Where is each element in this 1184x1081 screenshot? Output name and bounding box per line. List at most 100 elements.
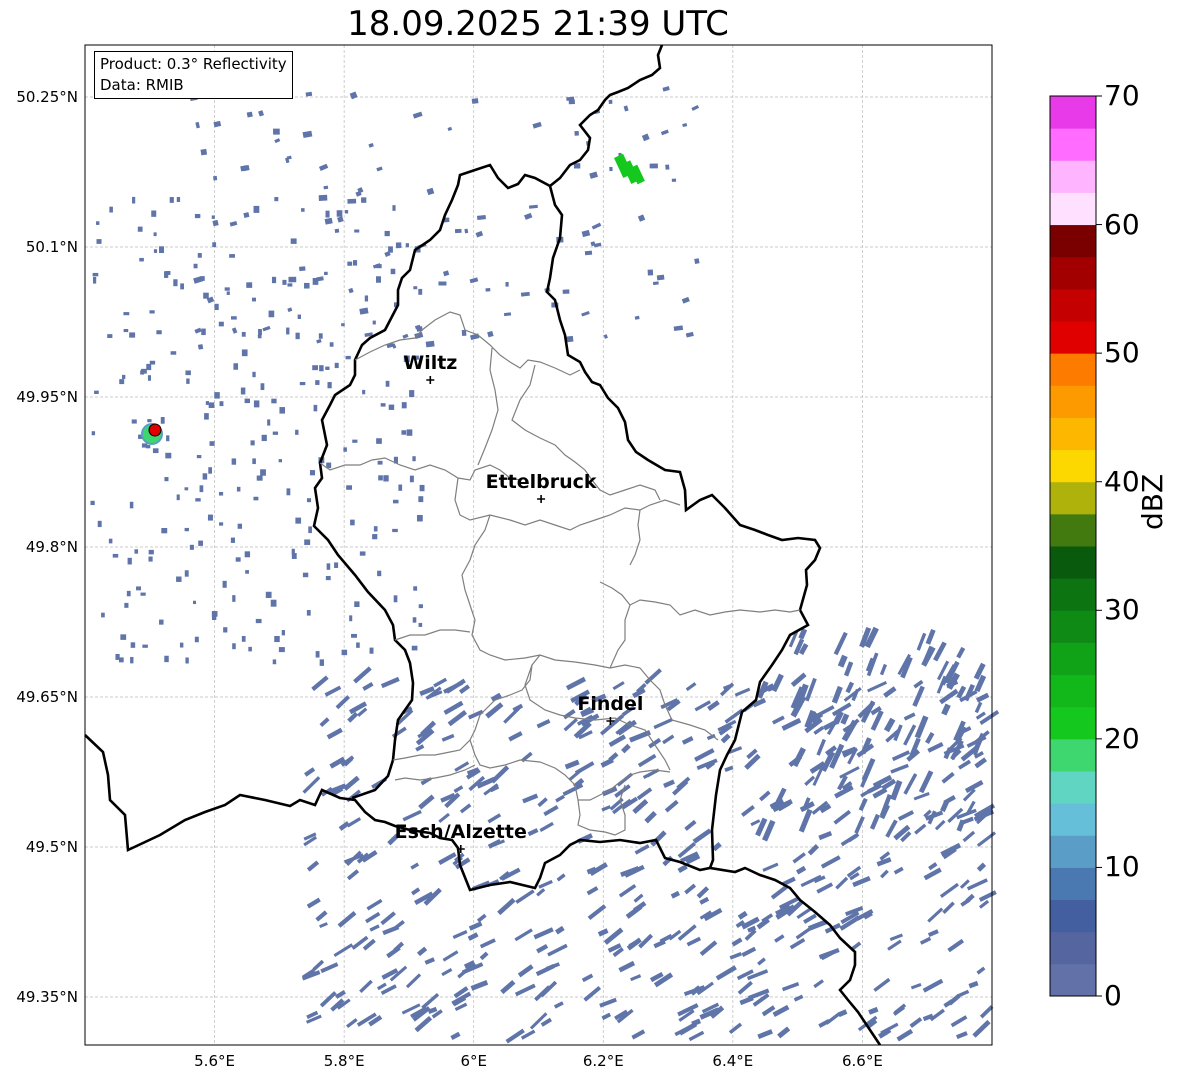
echo-cell <box>212 219 219 227</box>
echo-cell <box>562 783 584 797</box>
echo-cell <box>241 349 248 357</box>
echo-cell <box>803 913 817 924</box>
colorbar-segment <box>1050 931 1096 965</box>
echo-cell <box>372 534 378 540</box>
echo-cell <box>741 946 757 958</box>
echo-cell <box>514 983 536 997</box>
echo-cell <box>212 242 217 248</box>
echo-cell <box>320 962 339 974</box>
echo-cell <box>109 206 113 213</box>
echo-cell <box>325 210 330 218</box>
city-label: Findel <box>577 693 644 715</box>
echo-cell <box>976 966 986 975</box>
echo-cell <box>319 922 328 929</box>
echo-cell <box>673 325 684 331</box>
colorbar-segment <box>1050 417 1096 451</box>
echo-cell <box>555 794 565 803</box>
echo-cell <box>685 331 694 338</box>
echo-cell <box>941 703 951 716</box>
echo-cell <box>226 291 230 295</box>
city-label: Wiltz <box>403 352 458 374</box>
echo-cell <box>334 562 339 568</box>
echo-cell <box>476 215 486 220</box>
echo-cell <box>574 130 579 136</box>
echo-cell <box>184 527 189 532</box>
echo-cell <box>380 676 400 689</box>
echo-cell <box>304 282 310 289</box>
echo-cell <box>925 628 936 645</box>
echo-cell <box>470 979 489 991</box>
echo-cell <box>319 717 330 728</box>
lat-label: 50.1°N <box>25 238 78 256</box>
echo-cell <box>229 221 238 227</box>
echo-cell <box>468 921 483 931</box>
echo-cell <box>958 759 972 770</box>
echo-cell <box>771 673 784 693</box>
echo-cell <box>633 901 647 913</box>
echo-cell <box>153 249 158 253</box>
echo-cell <box>139 257 144 262</box>
echo-cell <box>522 793 539 804</box>
echo-cell <box>960 898 971 907</box>
echo-cell <box>927 907 944 923</box>
echo-cell <box>421 992 440 1010</box>
echo-cell <box>362 681 374 691</box>
echo-cell <box>589 171 598 179</box>
echo-cell <box>233 363 239 370</box>
echo-cell <box>140 370 144 375</box>
echo-cell <box>164 477 169 482</box>
echo-cell <box>681 296 690 304</box>
echo-cell <box>244 398 250 404</box>
echo-cell <box>694 700 711 712</box>
colorbar-segment <box>1050 899 1096 933</box>
echo-cell <box>333 943 354 957</box>
echo-cell <box>107 334 113 338</box>
city-marker <box>426 376 435 384</box>
echo-cell <box>323 185 329 190</box>
echo-cell <box>246 282 253 288</box>
echo-cell <box>831 685 843 704</box>
echo-cell <box>648 737 662 749</box>
echo-cell <box>329 342 334 347</box>
echo-cell <box>409 475 414 483</box>
echo-cell <box>978 890 997 902</box>
echo-cell <box>453 785 464 793</box>
echo-cell <box>816 738 826 756</box>
echo-cell <box>245 570 249 574</box>
echo-cell <box>170 351 177 355</box>
lat-label: 49.35°N <box>16 988 78 1006</box>
echo-cell <box>663 779 675 788</box>
lat-label: 50.25°N <box>16 88 78 106</box>
echo-cell <box>547 943 568 957</box>
echo-cell <box>479 938 496 949</box>
echo-cell <box>795 924 816 940</box>
echo-cell <box>258 110 265 117</box>
echo-cell <box>287 283 293 287</box>
echo-cell <box>405 973 422 989</box>
echo-cell <box>565 676 587 691</box>
echo-cell <box>214 392 220 399</box>
echo-cell <box>454 228 462 234</box>
echo-cell <box>131 419 137 424</box>
echo-cell <box>384 230 390 237</box>
echo-cell <box>508 731 523 742</box>
echo-cell <box>724 765 734 772</box>
echo-cell <box>485 287 491 292</box>
echo-cell <box>879 663 888 676</box>
echo-cell <box>719 682 735 697</box>
echo-cell <box>260 383 265 391</box>
echo-cell <box>757 957 766 966</box>
echo-cell <box>151 210 157 217</box>
echo-cell <box>974 757 987 769</box>
echo-cell <box>696 886 710 899</box>
echo-cell <box>316 276 324 282</box>
echo-cell <box>947 938 965 953</box>
echo-cell <box>934 819 946 831</box>
echo-cell <box>209 441 215 446</box>
echo-cell <box>350 519 355 526</box>
echo-cell <box>194 327 202 334</box>
echo-cell <box>662 86 670 92</box>
echo-cell <box>601 1012 612 1021</box>
colorbar-segment <box>1050 288 1096 322</box>
echo-cell <box>391 726 407 739</box>
